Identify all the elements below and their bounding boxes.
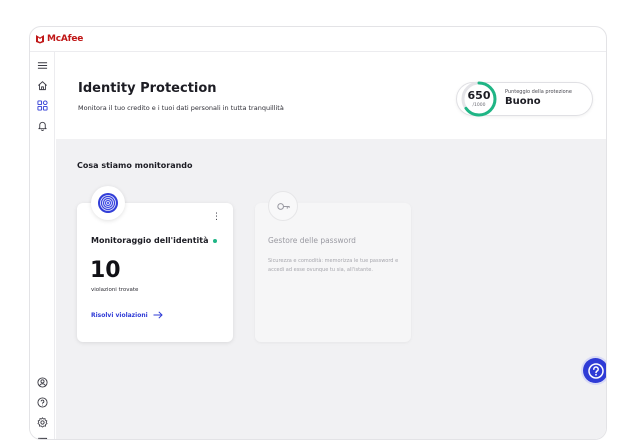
score-value: 650 [467,89,491,102]
help-button[interactable] [583,358,606,383]
title-bar: McAfee [30,27,606,52]
app-window: McAfee Identity Protection Monitora il t… [29,26,607,440]
score-rating: Buono [505,96,541,107]
password-manager-description: Sicurezza e comodità: memorizza le tue p… [268,258,399,273]
bell-icon[interactable] [32,116,52,134]
identity-monitoring-title: Monitoraggio dell'identità [91,236,209,245]
protection-score-card[interactable]: 650 /1000 Punteggio della protezione Buo… [456,81,593,117]
kebab-icon[interactable]: ⋮ [212,213,221,222]
fingerprint-icon [91,186,125,220]
status-dot [212,238,217,243]
page-subtitle: Monitora il tuo credito e i tuoi dati pe… [78,104,284,112]
monitoring-section: Cosa stiamo monitorando ⋮ Monitoraggio d… [56,139,606,439]
key-icon [268,191,298,221]
brand-name: McAfee [47,34,84,44]
feedback-icon[interactable] [32,433,52,439]
password-manager-title: Gestore delle password [268,236,356,245]
violations-count: 10 [90,258,121,283]
account-icon[interactable] [32,373,52,391]
page-title: Identity Protection [78,81,217,96]
identity-monitoring-card[interactable]: ⋮ Monitoraggio dell'identità 10 violazio… [77,186,233,342]
mcafee-shield-icon [36,35,44,44]
card-title: Monitoraggio dell'identità [91,236,217,245]
mcafee-logo: McAfee [35,34,83,44]
home-icon[interactable] [32,76,52,94]
menu-icon[interactable] [32,56,52,74]
help-icon[interactable] [32,393,52,411]
sidebar [30,52,55,439]
violations-label: violazioni trovate [91,287,139,293]
score-label: Punteggio della protezione [505,89,572,95]
page-header: Identity Protection Monitora il tuo cred… [56,52,606,139]
resolve-violations-label: Risolvi violazioni [91,311,148,319]
section-title: Cosa stiamo monitorando [77,161,193,170]
question-icon [587,362,604,379]
password-manager-card[interactable]: Gestore delle password Sicurezza e comod… [255,191,411,342]
score-max: /1000 [472,103,486,108]
arrow-right-icon [153,311,163,319]
main-area: Identity Protection Monitora il tuo cred… [56,52,606,439]
settings-icon[interactable] [32,413,52,431]
resolve-violations-link[interactable]: Risolvi violazioni [91,311,163,319]
apps-icon[interactable] [32,96,52,114]
